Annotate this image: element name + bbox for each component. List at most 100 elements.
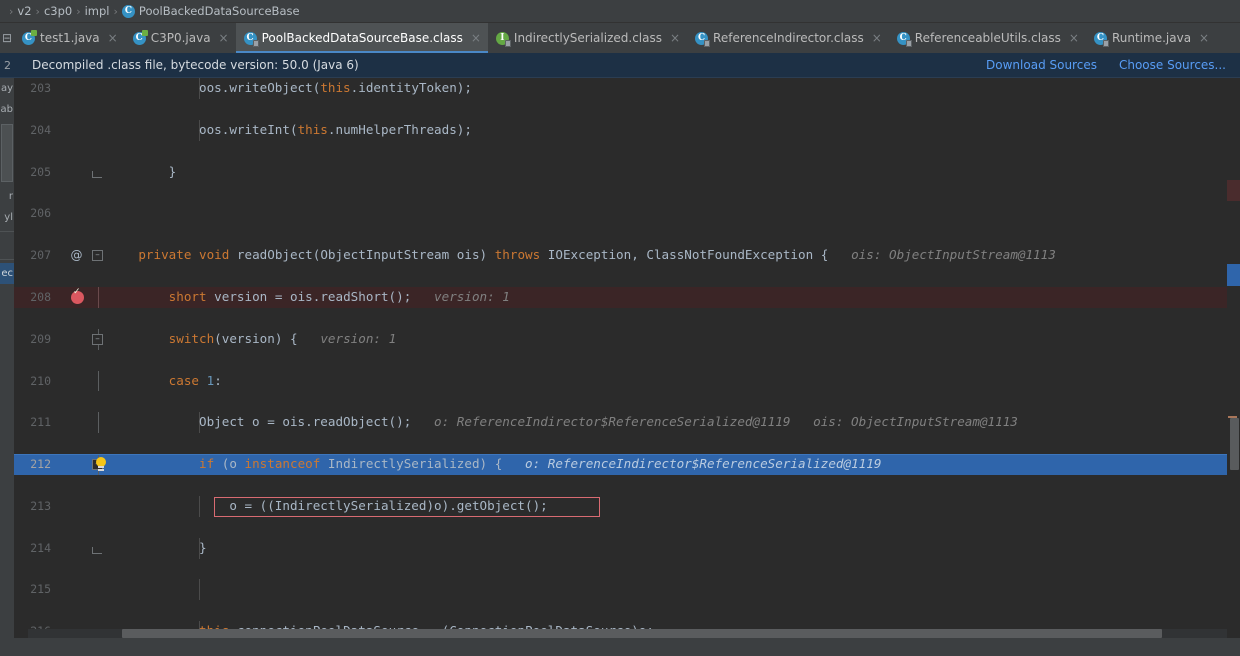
code-text[interactable]: case 1:	[108, 371, 222, 392]
gutter-icons[interactable]	[60, 286, 108, 308]
gutter-icons[interactable]	[60, 538, 108, 559]
code-text[interactable]: }	[108, 162, 177, 183]
tab-referenceindirector-class[interactable]: C ReferenceIndirector.class ×	[687, 23, 889, 53]
code-token-id: IOException, ClassNotFoundException {	[547, 247, 829, 263]
error-marker[interactable]	[1227, 180, 1240, 201]
fold-collapse-icon[interactable]: –	[92, 250, 103, 262]
tab-label: C3P0.java	[150, 31, 211, 45]
tab-indirectlyserialized-class[interactable]: I IndirectlySerialized.class ×	[488, 23, 687, 53]
code-text[interactable]: private void readObject(ObjectInputStrea…	[108, 245, 1056, 266]
dock-scroll-thumb[interactable]	[1, 124, 13, 182]
code-line[interactable]: 215	[14, 579, 1240, 601]
change-marker[interactable]	[1228, 416, 1237, 418]
code-token-kw: this	[320, 80, 351, 95]
intention-bulb-icon[interactable]	[94, 457, 108, 472]
choose-sources-link[interactable]: Choose Sources...	[1119, 58, 1226, 72]
code-editor[interactable]: 203 oos.writeObject(this.identityToken);…	[14, 78, 1240, 638]
fold-end-icon[interactable]	[92, 542, 105, 554]
code-line[interactable]: 207 @ – private void readObject(ObjectInpu…	[14, 245, 1240, 266]
tab-poolbackeddatasourcebase-class[interactable]: C PoolBackedDataSourceBase.class ×	[235, 23, 489, 53]
left-tool-dock-strip[interactable]: ay ab r yl ec	[0, 78, 14, 638]
code-line[interactable]: 214 }	[14, 537, 1240, 559]
dock-row: ay	[0, 83, 13, 94]
caret-marker[interactable]	[1227, 264, 1240, 286]
code-text[interactable]: }	[108, 538, 207, 559]
tab-list-handle-icon[interactable]: ⊟	[0, 23, 14, 53]
code-line[interactable]: 206	[14, 203, 1240, 224]
code-line[interactable]: 213 o = ((IndirectlySerialized)o).getObj…	[14, 495, 1240, 517]
code-token-id: o = ((IndirectlySerialized)o).getObject(…	[108, 497, 548, 513]
gutter-icons[interactable]	[60, 78, 108, 99]
gutter-icons[interactable]	[60, 412, 108, 434]
code-token-kw: if	[199, 456, 222, 472]
tab-close-icon[interactable]: ×	[670, 31, 680, 45]
fold-region-line	[97, 370, 99, 392]
dock-row-selected[interactable]: ec	[0, 263, 14, 284]
code-text[interactable]: oos.writeObject(this.identityToken);	[108, 78, 472, 99]
code-text[interactable]: o = ((IndirectlySerialized)o).getObject(…	[108, 496, 548, 517]
horizontal-scrollbar-track[interactable]	[28, 629, 1240, 638]
line-number: 209	[30, 331, 51, 346]
gutter-icons[interactable]: –	[60, 454, 108, 475]
tab-close-icon[interactable]: ×	[471, 31, 481, 45]
code-text[interactable]: if (o instanceof IndirectlySerialized) {…	[108, 454, 881, 475]
tab-label: Runtime.java	[1111, 31, 1192, 45]
tab-close-icon[interactable]: ×	[108, 31, 118, 45]
breadcrumb-label: v2	[17, 4, 32, 18]
fold-collapse-icon[interactable]: –	[92, 333, 103, 345]
code-token-id: IndirectlySerialized) {	[327, 456, 503, 472]
gutter-icons[interactable]: @ –	[60, 245, 108, 266]
vertical-scrollbar-thumb[interactable]	[1230, 418, 1239, 470]
code-text[interactable]: oos.writeInt(this.numHelperThreads);	[108, 120, 472, 141]
download-sources-link[interactable]: Download Sources	[986, 58, 1097, 72]
tab-referenceableutils-class[interactable]: C ReferenceableUtils.class ×	[889, 23, 1086, 53]
gutter-icons[interactable]	[60, 120, 108, 141]
code-line[interactable]: 212– if (o instanceof IndirectlySerializ…	[14, 454, 1240, 475]
annotation-marker-icon[interactable]: @	[70, 249, 83, 262]
gutter-icons[interactable]	[60, 496, 108, 517]
code-text[interactable]: Object o = ois.readObject(); o: Referenc…	[108, 412, 1018, 433]
breakpoint-icon[interactable]	[71, 287, 84, 304]
gutter-icons[interactable]	[60, 579, 108, 600]
breadcrumb-label: c3p0	[43, 4, 73, 18]
code-token-hint: ois: ObjectInputStream@1113	[828, 247, 1056, 263]
code-token-kw: private void	[138, 247, 237, 263]
code-token-id	[108, 289, 169, 304]
breadcrumb-separator: ›	[76, 4, 81, 18]
code-text[interactable]: short version = ois.readShort(); version…	[108, 287, 510, 308]
tab-c3p0-java[interactable]: C C3P0.java ×	[125, 23, 236, 53]
tab-label: test1.java	[40, 31, 100, 45]
breadcrumb-item-class[interactable]: C PoolBackedDataSourceBase	[121, 4, 301, 18]
line-number: 203	[30, 81, 51, 95]
code-token-id: }	[108, 539, 207, 555]
fold-end-icon[interactable]	[92, 166, 105, 178]
tab-close-icon[interactable]: ×	[219, 31, 229, 45]
gutter-icons[interactable]	[60, 370, 108, 392]
gutter-icons[interactable]	[60, 162, 108, 183]
tab-close-icon[interactable]: ×	[1199, 31, 1209, 45]
gutter-icons[interactable]: –	[60, 328, 108, 350]
breadcrumb-item-impl[interactable]: impl	[84, 4, 111, 18]
code-token-id	[108, 456, 199, 471]
gutter-icons[interactable]	[60, 203, 108, 224]
code-line[interactable]: 210 case 1:	[14, 370, 1240, 392]
decompiled-notification-bar: 2 Decompiled .class file, bytecode versi…	[0, 53, 1240, 78]
tab-close-icon[interactable]: ×	[872, 31, 882, 45]
code-line[interactable]: 209 – switch(version) { version: 1	[14, 328, 1240, 350]
vertical-scrollbar-track[interactable]	[1227, 78, 1240, 638]
tab-close-icon[interactable]: ×	[1069, 31, 1079, 45]
class-icon: C	[121, 4, 135, 18]
code-line[interactable]: 211 Object o = ois.readObject(); o: Refe…	[14, 412, 1240, 434]
code-token-id	[108, 247, 138, 262]
code-line[interactable]: 208 short version = ois.readShort(); ver…	[14, 286, 1240, 308]
breadcrumb-item-v2[interactable]: v2	[16, 4, 32, 18]
code-text[interactable]: switch(version) { version: 1	[108, 329, 396, 350]
code-line[interactable]: 203 oos.writeObject(this.identityToken);	[14, 78, 1240, 99]
dock-row: ab	[0, 104, 13, 115]
code-line[interactable]: 204 oos.writeInt(this.numHelperThreads);	[14, 119, 1240, 141]
horizontal-scrollbar-thumb[interactable]	[122, 629, 1162, 638]
tab-runtime-java[interactable]: C Runtime.java ×	[1086, 23, 1216, 53]
code-line[interactable]: 205 }	[14, 162, 1240, 183]
tab-test1-java[interactable]: C test1.java ×	[14, 23, 125, 53]
breadcrumb-item-c3p0[interactable]: c3p0	[43, 4, 73, 18]
